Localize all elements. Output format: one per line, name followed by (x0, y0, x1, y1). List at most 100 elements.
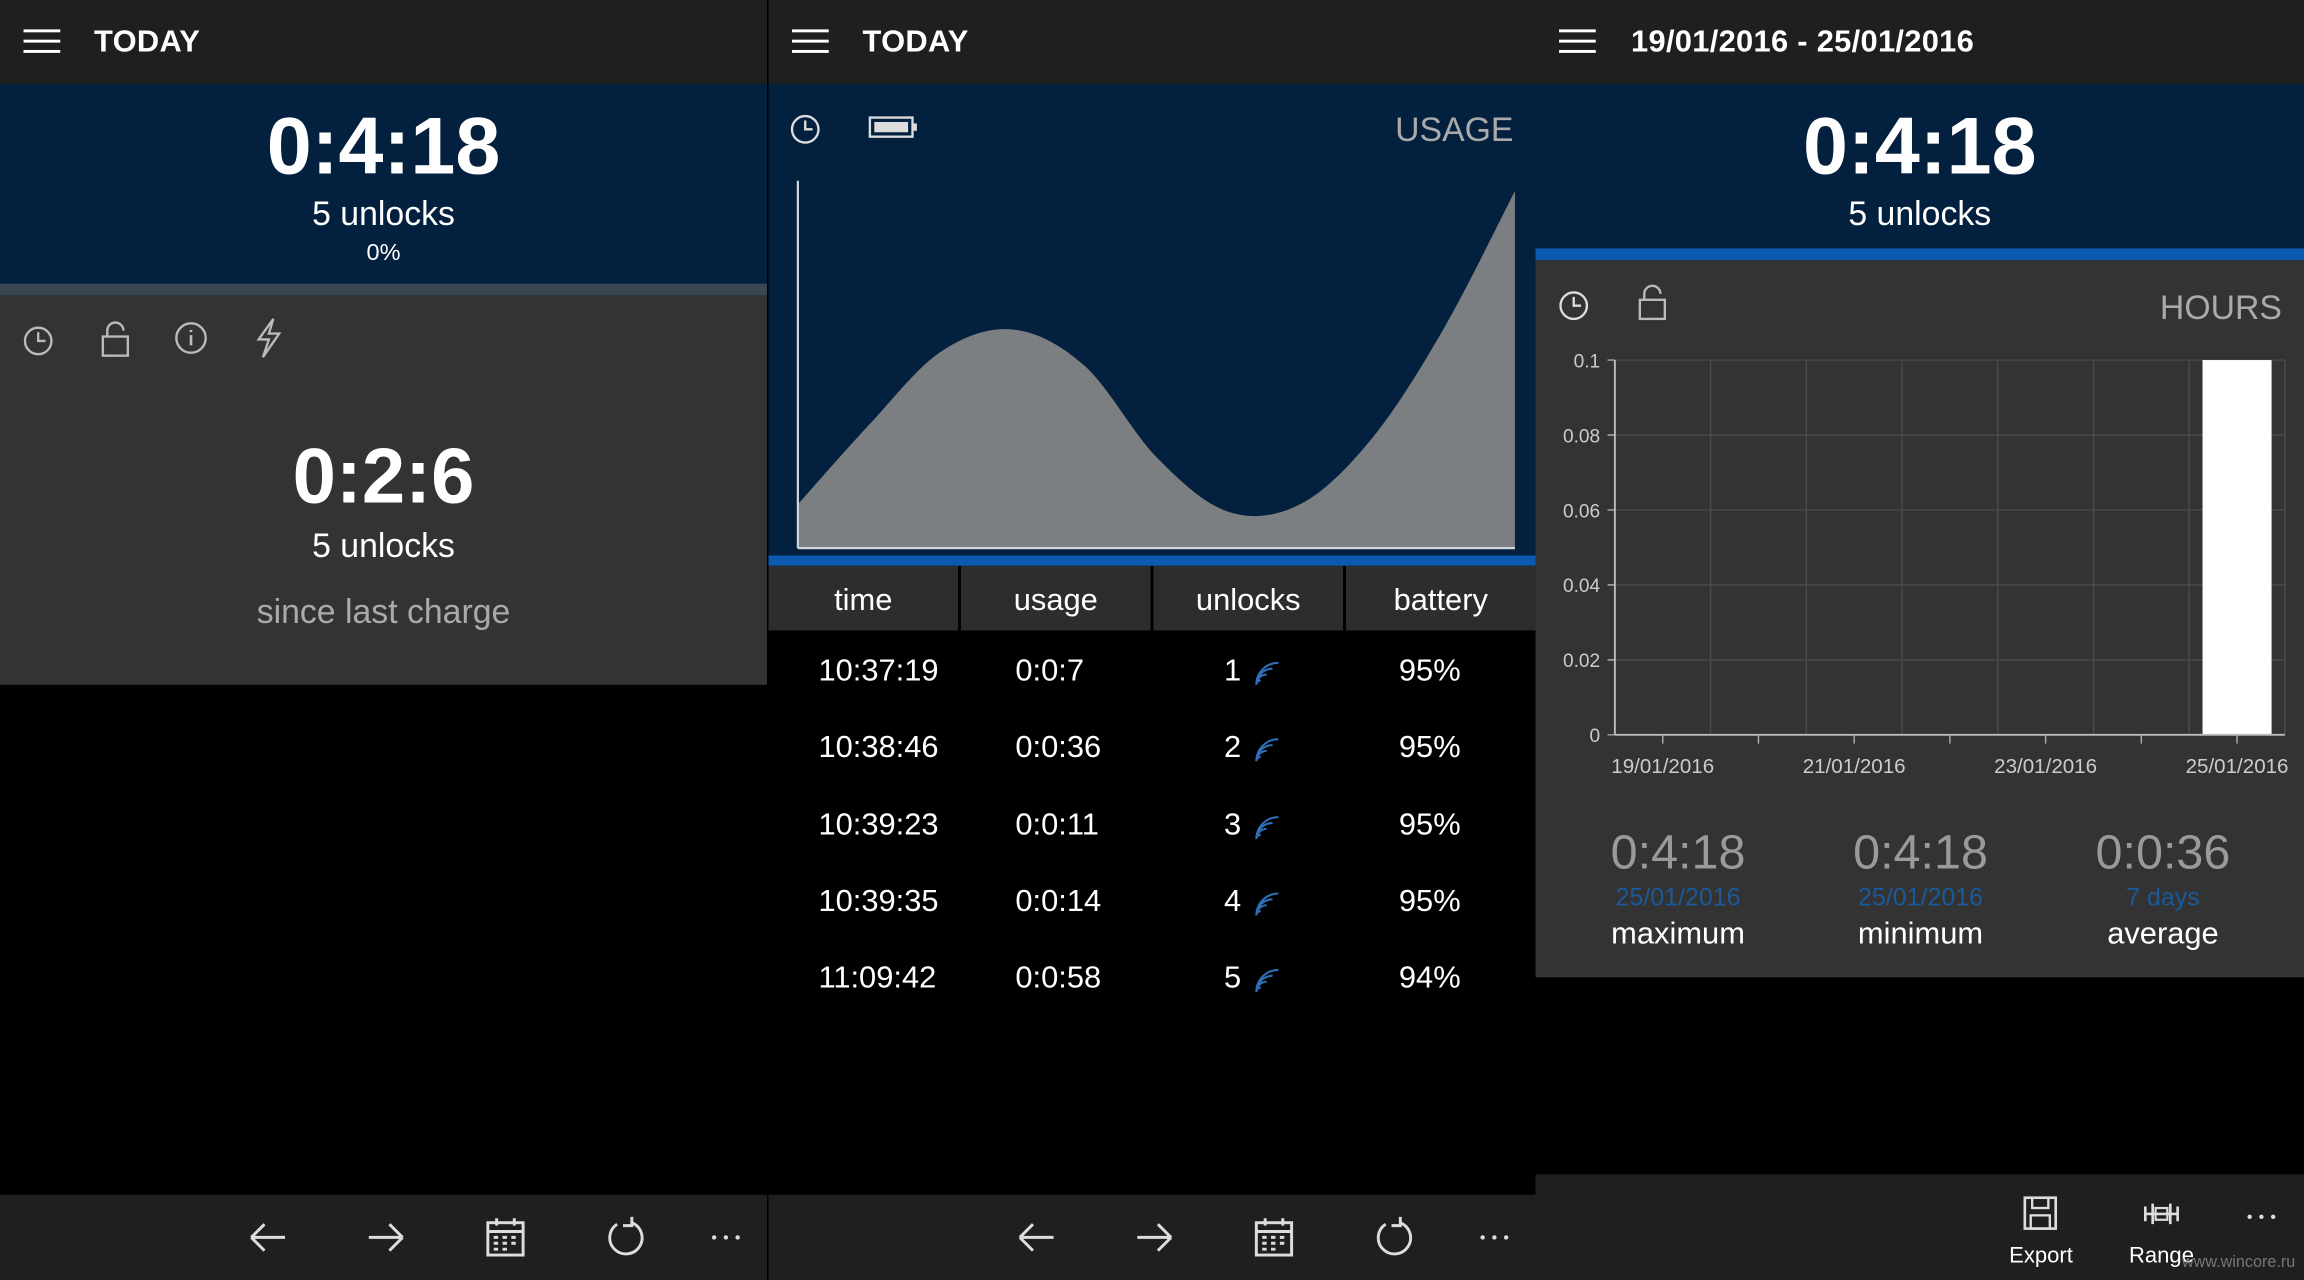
clock-icon[interactable] (22, 323, 57, 358)
more-options-icon[interactable] (705, 1215, 749, 1259)
title-bar: TODAY (768, 0, 1536, 84)
hamburger-menu-button[interactable] (792, 29, 829, 53)
hours-bar-chart: 0 0.02 0.04 0.06 0.08 0.1 19/01/2016 21/01/2016… (1563, 351, 2289, 778)
cell-unlocks: 3 (1224, 807, 1242, 842)
cell-unlocks: 4 (1224, 884, 1242, 919)
cell-unlocks: 5 (1224, 961, 1242, 996)
stat-label: maximum (1611, 917, 1745, 951)
cell-battery: 95% (1398, 653, 1461, 688)
unlock-count: 5 unlocks (312, 193, 455, 233)
cell-usage: 0:0:7 (1015, 653, 1085, 688)
unlock-signal-icon (1255, 969, 1279, 993)
unlock-signal-icon (1255, 892, 1279, 916)
table-row[interactable]: 10:37:19 0:0:7 1 95% (768, 633, 1535, 709)
stat-maximum: 0:4:18 25/01/2016 maximum (1553, 823, 1803, 955)
stat-value: 0:4:18 (1610, 824, 1746, 879)
forward-arrow-icon[interactable] (364, 1215, 408, 1259)
lock-icon[interactable] (98, 319, 133, 360)
more-options-icon[interactable] (1474, 1215, 1518, 1259)
info-icon[interactable] (173, 320, 211, 358)
y-tick-label: 0.08 (1563, 426, 1600, 447)
cell-time: 10:39:35 (818, 884, 939, 919)
y-tick-label: 0.06 (1563, 501, 1600, 522)
stat-minimum: 0:4:18 25/01/2016 minimum (1796, 823, 2046, 955)
unlock-signal-icon (1255, 661, 1279, 686)
since-charge-unlocks: 5 unlocks (312, 526, 455, 565)
export-button[interactable]: Export (1991, 1195, 2091, 1268)
lightning-icon[interactable] (253, 316, 285, 360)
y-tick-label: 0.04 (1563, 576, 1601, 597)
bar-25-01-2016 (2202, 360, 2272, 735)
since-charge-caption: since last charge (256, 592, 511, 631)
refresh-icon[interactable] (602, 1215, 646, 1259)
cell-usage: 0:0:14 (1015, 884, 1102, 919)
usage-chart-area: USAGE (768, 83, 1536, 556)
back-arrow-icon[interactable] (245, 1215, 289, 1259)
since-charge-time: 0:2:6 (292, 433, 475, 521)
cell-time: 10:38:46 (818, 730, 939, 765)
unlock-signal-icon (1255, 738, 1279, 762)
table-row[interactable]: 10:38:46 0:0:36 2 95% (768, 710, 1535, 786)
app-bar (768, 1194, 1536, 1280)
total-usage-time: 0:4:18 (1802, 99, 2037, 192)
x-tick-label: 21/01/2016 (1803, 755, 1906, 778)
stat-value: 0:0:36 (2095, 824, 2231, 879)
cell-unlocks: 2 (1224, 730, 1242, 765)
cell-time: 10:37:19 (818, 653, 939, 688)
y-tick-label: 0 (1590, 726, 1601, 747)
stat-value: 0:4:18 (1853, 824, 1988, 879)
app-bar (0, 1194, 768, 1280)
page-title: TODAY (94, 24, 201, 59)
table-row[interactable]: 10:39:23 0:0:11 3 95% (768, 787, 1535, 863)
hamburger-menu-button[interactable] (23, 29, 61, 53)
cell-battery: 95% (1398, 884, 1461, 919)
summary-header: 0:4:18 5 unlocks 0% (0, 83, 768, 286)
table-row[interactable]: 10:39:35 0:0:14 4 95% (768, 864, 1535, 940)
cell-battery: 95% (1398, 807, 1461, 842)
cell-unlocks: 1 (1224, 653, 1242, 688)
total-usage-time: 0:4:18 (266, 99, 501, 192)
stat-date: 25/01/2016 (1615, 883, 1741, 912)
refresh-icon[interactable] (1371, 1215, 1415, 1259)
cell-usage: 0:0:36 (1015, 730, 1102, 765)
export-label: Export (2009, 1243, 2073, 1269)
title-bar: 19/01/2016 - 25/01/2016 (1535, 0, 2304, 84)
table-row[interactable]: 11:09:42 0:0:58 5 94% (768, 941, 1535, 1017)
today-usage-panel: TODAY USAGE time usage unlocks battery 1… (768, 0, 1536, 1280)
page-title: TODAY (862, 24, 969, 59)
calendar-icon[interactable] (483, 1215, 527, 1259)
cell-time: 10:39:23 (818, 807, 939, 842)
unlock-signal-icon (1255, 815, 1279, 839)
since-charge-card: 0:2:6 5 unlocks since last charge (0, 295, 768, 685)
back-arrow-icon[interactable] (1014, 1215, 1058, 1259)
x-tick-label: 19/01/2016 (1611, 755, 1714, 778)
column-header-usage[interactable]: usage (960, 565, 1151, 631)
cell-battery: 95% (1398, 730, 1461, 765)
more-options-icon[interactable] (2241, 1195, 2285, 1239)
app-bar: Export Range www.wincore.ru (1535, 1174, 2304, 1280)
summary-header: 0:4:18 5 unlocks (1535, 83, 2304, 249)
watermark: www.wincore.ru (2182, 1253, 2296, 1272)
progress-bar (0, 283, 768, 296)
today-summary-panel: TODAY 0:4:18 5 unlocks 0% 0:2:6 5 unlock… (0, 0, 768, 1280)
usage-area-chart (796, 180, 1515, 550)
unlock-count: 5 unlocks (1848, 193, 1992, 233)
stat-average: 0:0:36 7 days average (2038, 823, 2288, 955)
range-summary-panel: 19/01/2016 - 25/01/2016 0:4:18 5 unlocks… (1535, 0, 2304, 1280)
cell-battery: 94% (1398, 961, 1461, 996)
accent-divider (768, 555, 1536, 566)
hamburger-menu-button[interactable] (1559, 29, 1596, 53)
usage-area-series (797, 190, 1515, 549)
x-tick-label: 25/01/2016 (2186, 755, 2289, 778)
y-tick-label: 0.1 (1574, 351, 1601, 372)
y-tick-label: 0.02 (1563, 651, 1600, 672)
stat-date: 25/01/2016 (1857, 883, 1984, 912)
battery-percent: 0% (366, 241, 401, 266)
column-header-battery[interactable]: battery (1345, 565, 1536, 631)
column-header-unlocks[interactable]: unlocks (1153, 565, 1344, 631)
cell-time: 11:09:42 (818, 961, 937, 996)
forward-arrow-icon[interactable] (1133, 1215, 1177, 1259)
column-header-time[interactable]: time (768, 565, 959, 631)
calendar-icon[interactable] (1252, 1215, 1296, 1259)
range-icon (2144, 1203, 2179, 1225)
